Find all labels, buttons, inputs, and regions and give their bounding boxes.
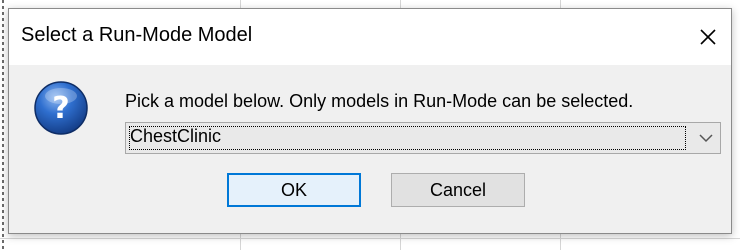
close-icon	[700, 29, 716, 45]
cancel-button[interactable]: Cancel	[391, 173, 525, 207]
cancel-button-label: Cancel	[429, 179, 487, 200]
prompt-text: Pick a model below. Only models in Run-M…	[125, 91, 634, 111]
model-select[interactable]: ChestClinic	[125, 122, 721, 154]
dialog-title: Select a Run-Mode Model	[21, 24, 253, 46]
chevron-down-icon	[699, 134, 713, 143]
background-grid-line	[0, 238, 740, 239]
close-button[interactable]	[685, 9, 731, 65]
svg-text:?: ?	[52, 91, 69, 126]
background-dashed-line	[2, 0, 4, 250]
select-model-dialog: Select a Run-Mode Model ? Pick a model b…	[8, 8, 732, 234]
dialog-titlebar: Select a Run-Mode Model	[9, 9, 731, 65]
model-select-value: ChestClinic	[130, 126, 222, 146]
ok-button[interactable]: OK	[227, 173, 361, 207]
ok-button-label: OK	[280, 179, 307, 200]
question-icon: ?	[34, 81, 88, 135]
